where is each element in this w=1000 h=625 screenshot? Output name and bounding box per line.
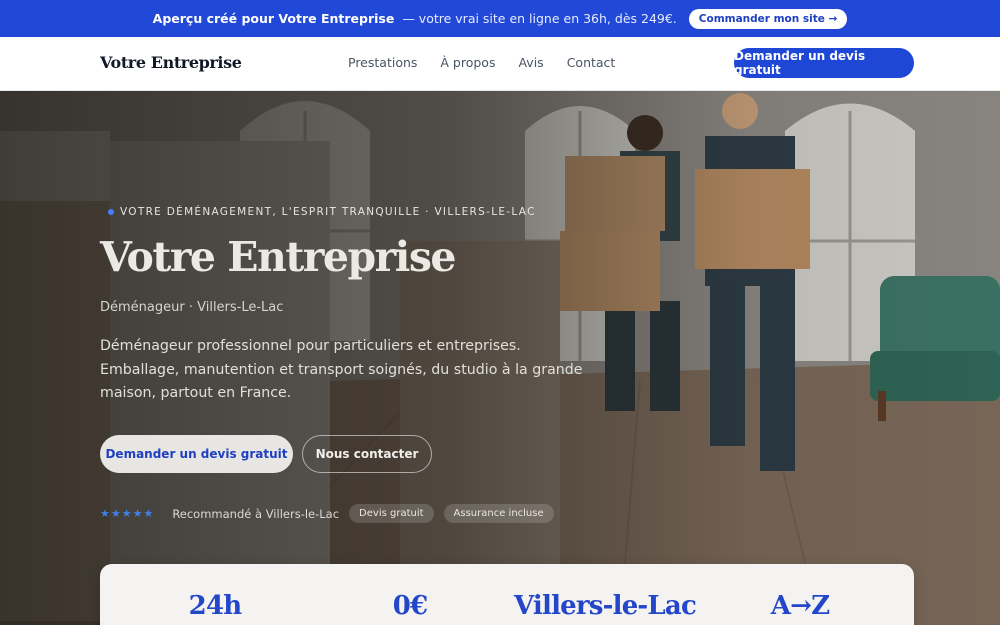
hero-quote-button[interactable]: Demander un devis gratuit: [100, 435, 293, 473]
recommended-text: Recommandé à Villers-le-Lac: [172, 506, 340, 521]
hero-section: VOTRE DÉMÉNAGEMENT, L'ESPRIT TRANQUILLE …: [0, 91, 1000, 625]
nav-link-prestations[interactable]: Prestations: [348, 55, 417, 70]
nav-link-about[interactable]: À propos: [440, 55, 495, 70]
nav-link-contact[interactable]: Contact: [567, 55, 616, 70]
promo-banner-text: — votre vrai site en ligne en 36h, dès 2…: [402, 11, 677, 26]
nav-link-reviews[interactable]: Avis: [518, 55, 543, 70]
stat-location: Villers-le-Lac: [514, 591, 697, 621]
hero-title: Votre Entreprise: [100, 233, 457, 281]
stat-price: 0€: [392, 591, 428, 621]
site-header: Votre Entreprise Prestations À propos Av…: [0, 37, 1000, 91]
promo-banner-highlight: Aperçu créé pour Votre Entreprise: [152, 11, 395, 26]
stat-delay: 24h: [188, 591, 242, 621]
hero-eyebrow: VOTRE DÉMÉNAGEMENT, L'ESPRIT TRANQUILLE …: [108, 206, 536, 218]
badge-free-quote: Devis gratuit: [349, 504, 434, 523]
hero-subtitle: Déménageur · Villers-Le-Lac: [100, 300, 284, 315]
trust-row: ★★★★★ Recommandé à Villers-le-Lac Devis …: [100, 504, 554, 523]
promo-banner: Aperçu créé pour Votre Entreprise — votr…: [0, 0, 1000, 37]
eyebrow-dot-icon: [108, 209, 114, 215]
rating-stars-icon: ★★★★★: [100, 507, 155, 520]
hero-contact-button[interactable]: Nous contacter: [302, 435, 432, 473]
brand-logo[interactable]: Votre Entreprise: [100, 53, 242, 72]
hero-eyebrow-text: VOTRE DÉMÉNAGEMENT, L'ESPRIT TRANQUILLE …: [120, 206, 536, 218]
badge-insurance: Assurance incluse: [443, 504, 554, 523]
stat-scope: A→Z: [770, 591, 830, 621]
hero-description: Déménageur professionnel pour particulie…: [100, 338, 583, 401]
order-site-button[interactable]: Commander mon site →: [688, 8, 848, 29]
header-quote-button[interactable]: Demander un devis gratuit: [734, 48, 914, 78]
stats-card: 24h 0€ Villers-le-Lac A→Z: [100, 564, 914, 625]
main-nav: Prestations À propos Avis Contact: [348, 55, 615, 70]
